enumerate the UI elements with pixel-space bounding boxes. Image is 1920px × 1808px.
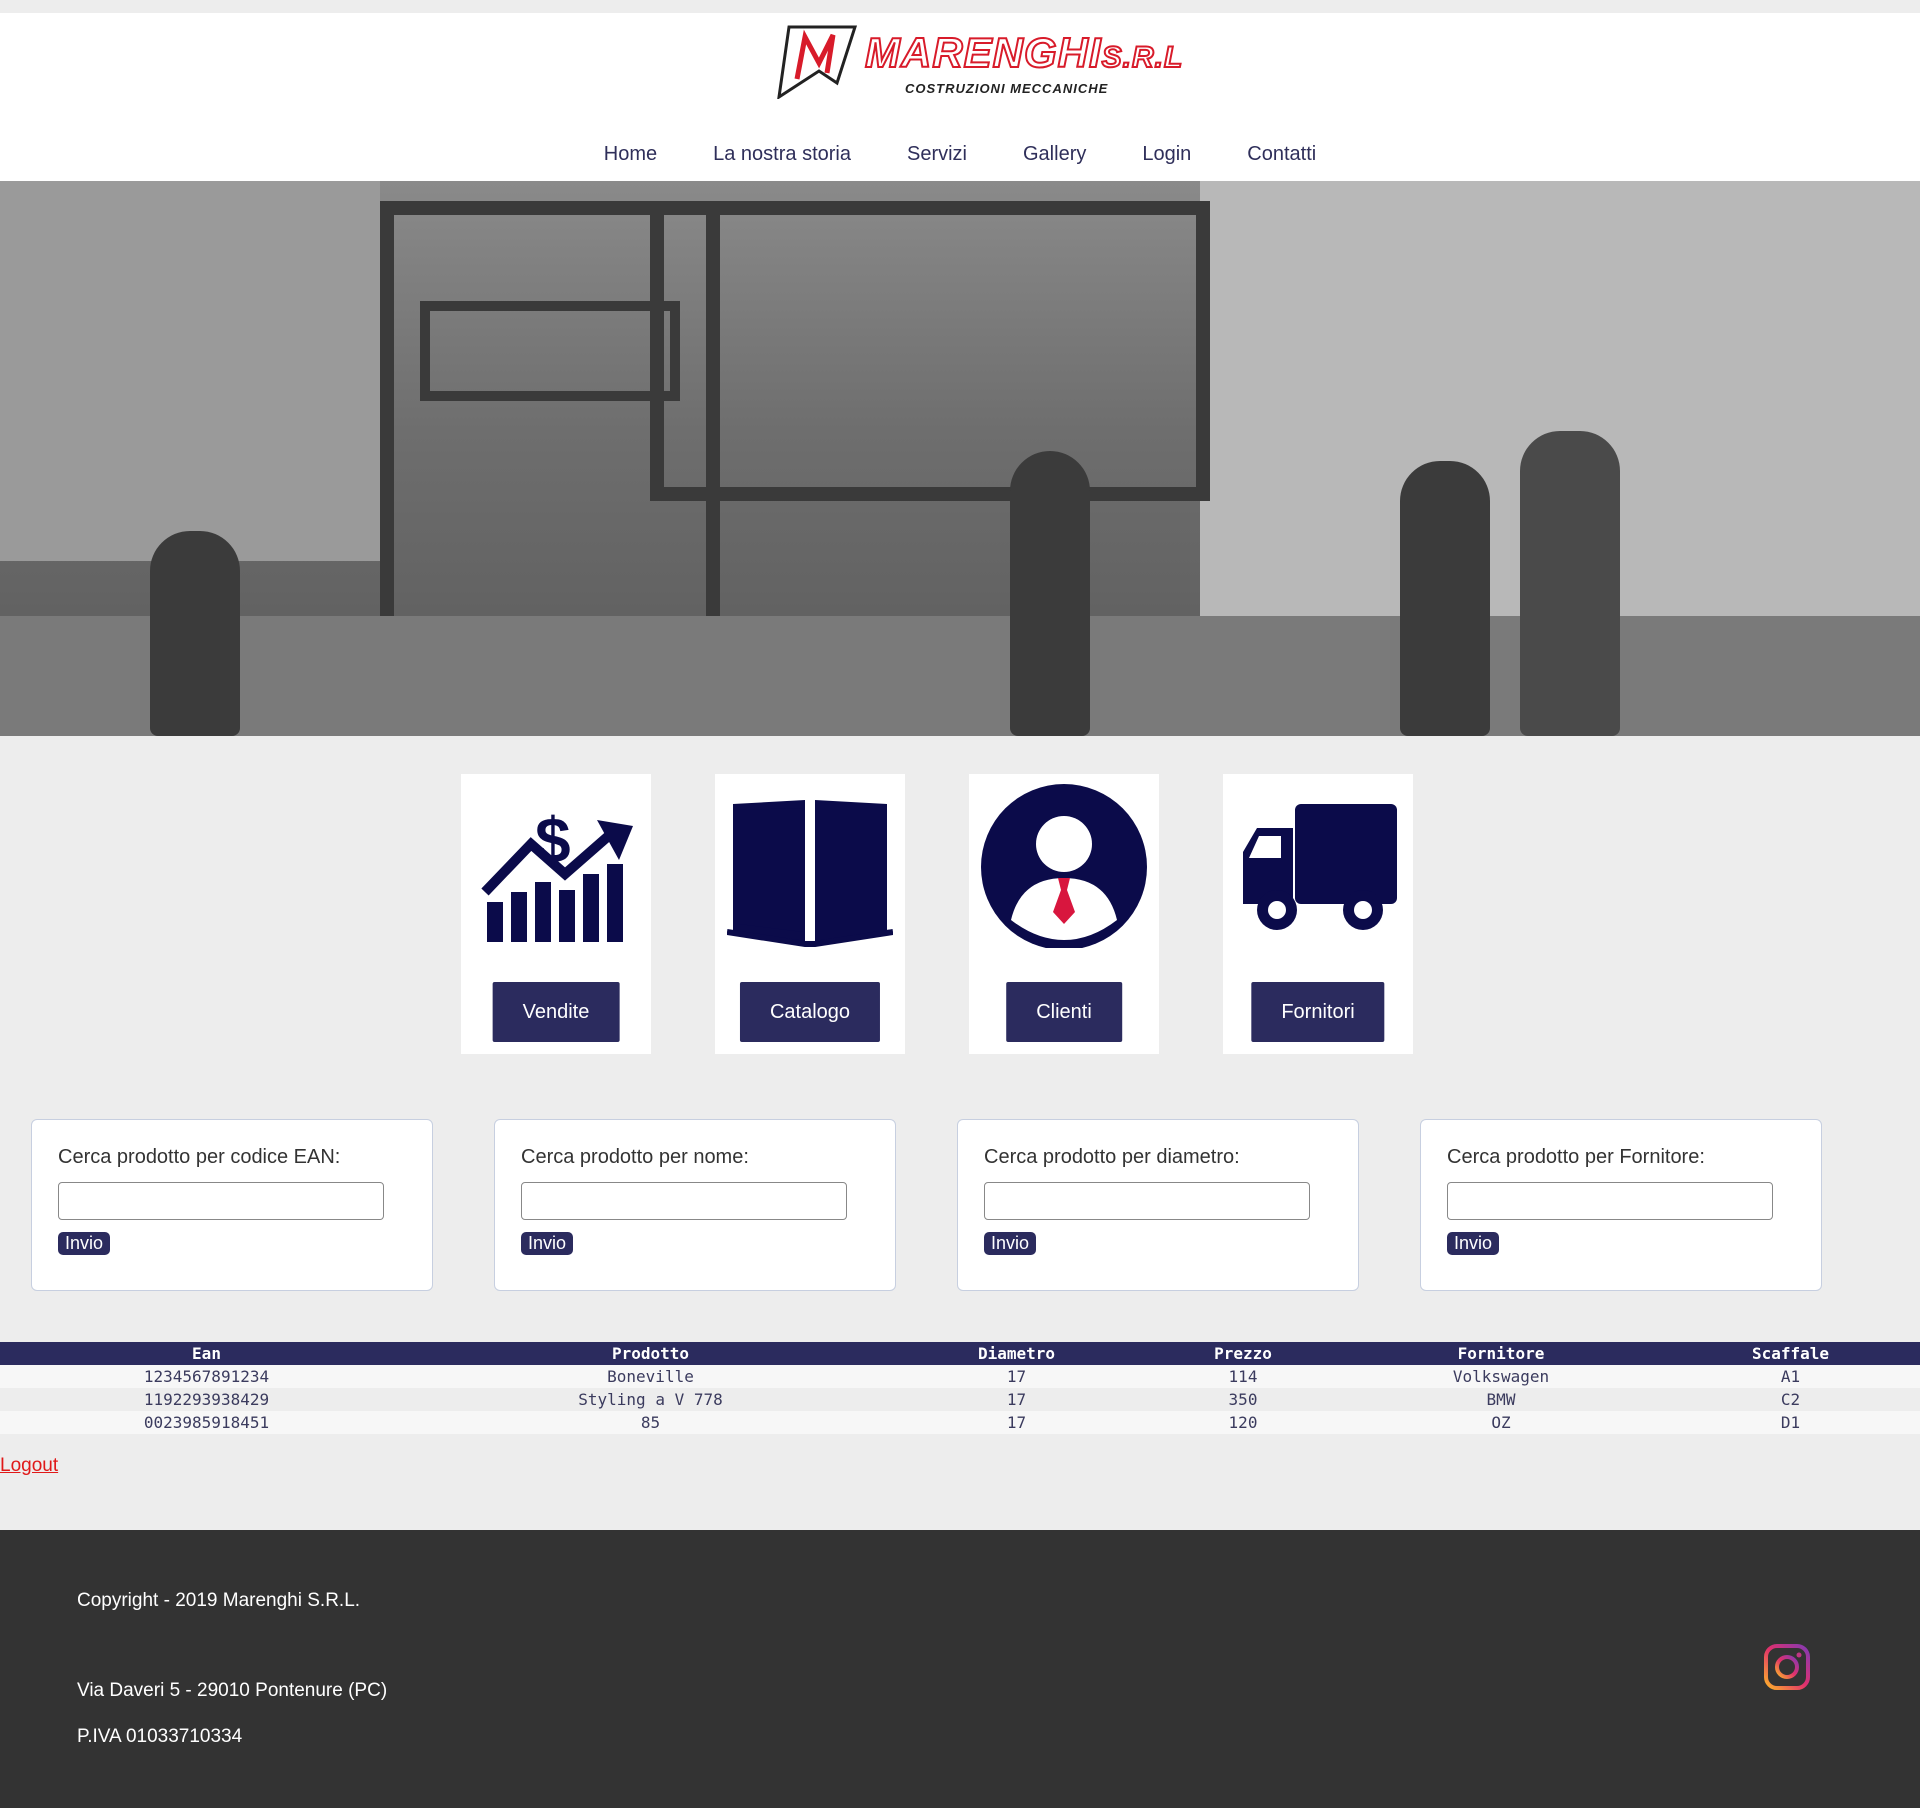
column-header-scaffale: Scaffale: [1661, 1342, 1920, 1365]
search-diameter-label: Cerca prodotto per diametro:: [984, 1146, 1240, 1168]
search-name-label: Cerca prodotto per nome:: [521, 1146, 749, 1168]
cell-ean: 0023985918451: [0, 1411, 413, 1434]
nav-la-nostra-storia[interactable]: La nostra storia: [713, 143, 851, 166]
brand-subtitle: COSTRUZIONI MECCANICHE: [905, 81, 1109, 96]
cell-diametro: 17: [888, 1388, 1145, 1411]
user-profile-icon: [981, 784, 1147, 948]
footer-piva: P.IVA 01033710334: [77, 1726, 243, 1747]
footer-copyright: Copyright - 2019 Marenghi S.R.L.: [77, 1590, 361, 1611]
search-name-submit-button[interactable]: Invio: [521, 1232, 574, 1255]
truck-icon: [1243, 804, 1397, 930]
brand-suffix: S.R.L: [1101, 40, 1184, 75]
search-ean-input[interactable]: [58, 1182, 384, 1220]
table-row: 1234567891234 Boneville 17 114 Volkswage…: [0, 1365, 1920, 1388]
card-clienti: Clienti: [969, 774, 1159, 1054]
products-table: Ean Prodotto Diametro Prezzo Fornitore S…: [0, 1342, 1920, 1434]
nav-servizi[interactable]: Servizi: [907, 143, 967, 166]
brand-name: MARENGHIS.R.L: [864, 28, 1184, 77]
cell-prodotto: Styling a V 778: [413, 1388, 888, 1411]
card-fornitori: Fornitori: [1223, 774, 1413, 1054]
column-header-diametro: Diametro: [888, 1342, 1145, 1365]
clienti-button[interactable]: Clienti: [1006, 982, 1122, 1042]
cell-fornitore: BMW: [1341, 1388, 1661, 1411]
footer-address: Via Daveri 5 - 29010 Pontenure (PC): [77, 1680, 388, 1701]
cell-ean: 1234567891234: [0, 1365, 413, 1388]
column-header-ean: Ean: [0, 1342, 413, 1365]
cell-ean: 1192293938429: [0, 1388, 413, 1411]
cell-prezzo: 114: [1145, 1365, 1341, 1388]
search-diameter-form: Cerca prodotto per diametro: Invio: [957, 1119, 1359, 1291]
site-footer: Copyright - 2019 Marenghi S.R.L. Via Dav…: [0, 1530, 1920, 1808]
search-name-input[interactable]: [521, 1182, 847, 1220]
card-catalogo: Catalogo: [715, 774, 905, 1054]
cell-scaffale: A1: [1661, 1365, 1920, 1388]
site-header: MARENGHIS.R.L COSTRUZIONI MECCANICHE Hom…: [0, 13, 1920, 181]
search-supplier-label: Cerca prodotto per Fornitore:: [1447, 1146, 1705, 1168]
nav-contatti[interactable]: Contatti: [1247, 143, 1316, 166]
cell-prezzo: 350: [1145, 1388, 1341, 1411]
fornitori-button[interactable]: Fornitori: [1251, 982, 1385, 1042]
cell-prodotto: 85: [413, 1411, 888, 1434]
table-header-row: Ean Prodotto Diametro Prezzo Fornitore S…: [0, 1342, 1920, 1365]
cell-prodotto: Boneville: [413, 1365, 888, 1388]
logo-mark-icon: [777, 25, 858, 101]
brand-logo[interactable]: MARENGHIS.R.L COSTRUZIONI MECCANICHE: [775, 23, 1183, 101]
cell-scaffale: C2: [1661, 1388, 1920, 1411]
column-header-prodotto: Prodotto: [413, 1342, 888, 1365]
nav-home[interactable]: Home: [604, 143, 657, 166]
cell-fornitore: OZ: [1341, 1411, 1661, 1434]
cell-prezzo: 120: [1145, 1411, 1341, 1434]
sales-chart-dollar-icon: $: [481, 804, 633, 942]
vendite-button[interactable]: Vendite: [492, 982, 620, 1042]
search-ean-form: Cerca prodotto per codice EAN: Invio: [31, 1119, 433, 1291]
search-forms: Cerca prodotto per codice EAN: Invio Cer…: [31, 1119, 1822, 1291]
search-supplier-input[interactable]: [1447, 1182, 1773, 1220]
cell-diametro: 17: [888, 1411, 1145, 1434]
dashboard-cards: $ Vendite Catalogo Clienti Fornitori: [461, 774, 1413, 1054]
search-diameter-input[interactable]: [984, 1182, 1310, 1220]
cell-fornitore: Volkswagen: [1341, 1365, 1661, 1388]
search-ean-label: Cerca prodotto per codice EAN:: [58, 1146, 341, 1168]
nav-login[interactable]: Login: [1142, 143, 1191, 166]
logout-link[interactable]: Logout: [0, 1455, 58, 1477]
table-row: 1192293938429 Styling a V 778 17 350 BMW…: [0, 1388, 1920, 1411]
search-supplier-submit-button[interactable]: Invio: [1447, 1232, 1500, 1255]
search-ean-submit-button[interactable]: Invio: [58, 1232, 111, 1255]
svg-text:$: $: [535, 804, 571, 876]
table-row: 0023985918451 85 17 120 OZ D1: [0, 1411, 1920, 1434]
instagram-icon[interactable]: [1764, 1644, 1810, 1690]
cell-diametro: 17: [888, 1365, 1145, 1388]
brand-name-text: MARENGHI: [864, 28, 1102, 77]
column-header-fornitore: Fornitore: [1341, 1342, 1661, 1365]
main-nav: Home La nostra storia Servizi Gallery Lo…: [0, 143, 1920, 166]
open-book-icon: [727, 800, 893, 947]
search-supplier-form: Cerca prodotto per Fornitore: Invio: [1420, 1119, 1822, 1291]
top-strip: [0, 0, 1920, 13]
catalogo-button[interactable]: Catalogo: [739, 982, 881, 1042]
hero-image: [0, 181, 1920, 736]
search-diameter-submit-button[interactable]: Invio: [984, 1232, 1037, 1255]
nav-gallery[interactable]: Gallery: [1023, 143, 1086, 166]
column-header-prezzo: Prezzo: [1145, 1342, 1341, 1365]
search-name-form: Cerca prodotto per nome: Invio: [494, 1119, 896, 1291]
card-vendite: $ Vendite: [461, 774, 651, 1054]
cell-scaffale: D1: [1661, 1411, 1920, 1434]
